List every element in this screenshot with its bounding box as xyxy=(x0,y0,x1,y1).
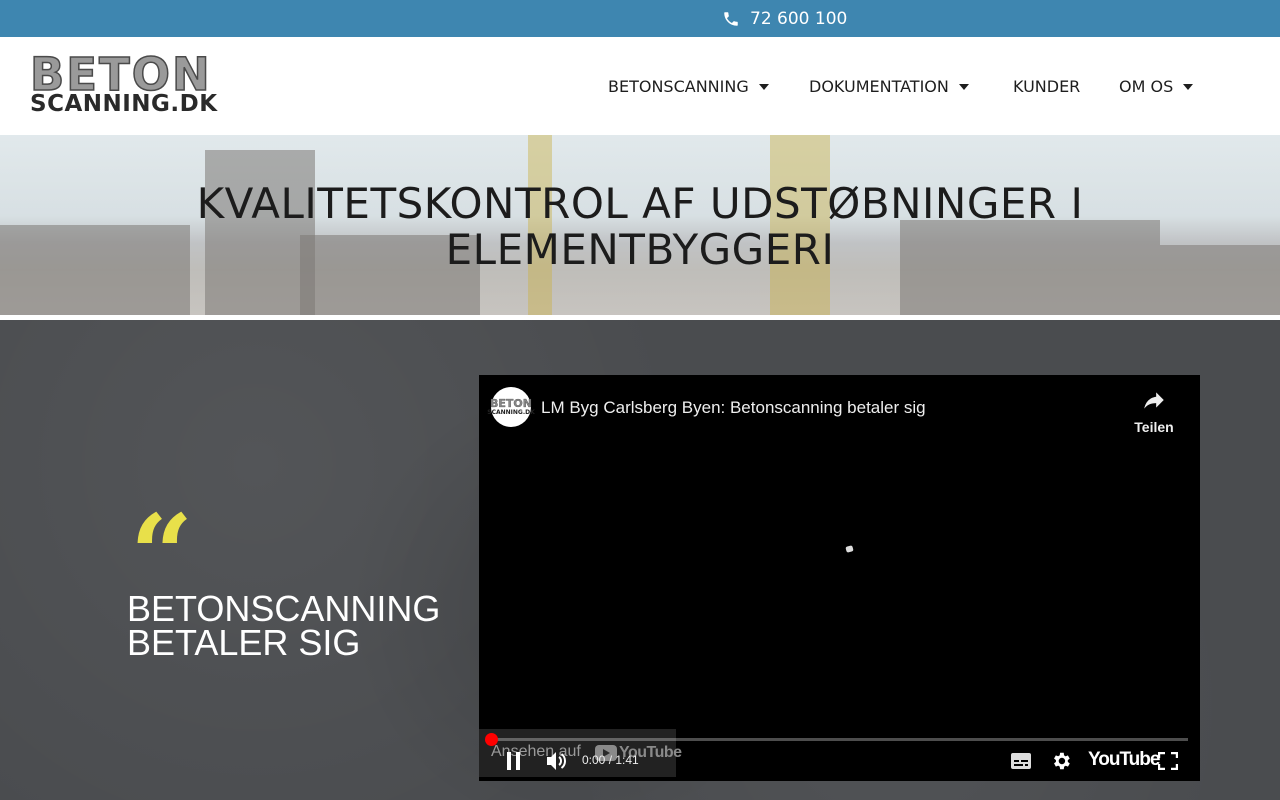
gear-icon xyxy=(1054,752,1070,770)
fullscreen-icon xyxy=(1158,752,1178,770)
page-title-line1: KVALITETSKONTROL AF UDSTØBNINGER I xyxy=(196,179,1084,228)
nav-label: KUNDER xyxy=(1013,77,1081,96)
nav-item-dokumentation[interactable]: DOKUMENTATION xyxy=(809,77,969,96)
pause-button[interactable] xyxy=(505,751,523,771)
phone-number: 72 600 100 xyxy=(750,8,848,29)
nav-item-om-os[interactable]: OM OS xyxy=(1119,77,1194,96)
site-logo[interactable]: BETON SCANNING.DK xyxy=(29,51,217,116)
subtitles-icon xyxy=(1011,753,1031,769)
share-button[interactable]: Teilen xyxy=(1124,385,1184,435)
caret-down-icon xyxy=(958,83,969,90)
share-label: Teilen xyxy=(1134,419,1174,435)
youtube-player[interactable]: BETON SCANNING.DK LM Byg Carlsberg Byen:… xyxy=(479,375,1200,781)
youtube-brand-link[interactable]: YouTube xyxy=(1088,749,1160,771)
loading-spinner-icon xyxy=(845,545,854,553)
volume-icon xyxy=(547,752,567,770)
avatar-line2: SCANNING.DK xyxy=(487,408,535,416)
logo-line2: SCANNING.DK xyxy=(30,91,218,117)
video-time: 0:00 / 1:41 xyxy=(582,753,639,767)
volume-button[interactable] xyxy=(545,750,569,772)
testimonial-line2: BETALER SIG xyxy=(127,622,361,663)
top-bar: 72 600 100 xyxy=(0,0,1280,37)
nav-label: BETONSCANNING xyxy=(608,77,749,96)
testimonial-line1: BETONSCANNING xyxy=(127,588,441,629)
page-title-line2: ELEMENTBYGGERI xyxy=(445,225,835,274)
nav-label: DOKUMENTATION xyxy=(809,77,949,96)
caret-down-icon xyxy=(1183,83,1194,90)
testimonial-heading: BETONSCANNING BETALER SIG xyxy=(127,588,467,663)
settings-button[interactable] xyxy=(1050,750,1072,772)
share-icon xyxy=(1144,392,1164,409)
progress-bar[interactable] xyxy=(491,738,1188,741)
channel-avatar[interactable]: BETON SCANNING.DK xyxy=(487,387,535,427)
subtitles-button[interactable] xyxy=(1010,752,1032,770)
nav-item-betonscanning[interactable]: BETONSCANNING xyxy=(608,77,769,96)
phone-icon xyxy=(724,11,738,26)
pause-icon xyxy=(507,752,520,770)
page-title: KVALITETSKONTROL AF UDSTØBNINGER I ELEME… xyxy=(0,181,1280,273)
nav-item-kunder[interactable]: KUNDER xyxy=(1013,77,1080,96)
video-title[interactable]: LM Byg Carlsberg Byen: Betonscanning bet… xyxy=(541,398,926,418)
fullscreen-button[interactable] xyxy=(1158,752,1178,770)
hero-banner: KVALITETSKONTROL AF UDSTØBNINGER I ELEME… xyxy=(0,135,1280,315)
avatar-line1: BETON xyxy=(490,396,532,410)
caret-down-icon xyxy=(758,83,769,90)
phone-link[interactable]: 72 600 100 xyxy=(722,0,847,37)
site-header: BETON SCANNING.DK BETONSCANNING DOKUMENT… xyxy=(0,37,1280,135)
nav-label: OM OS xyxy=(1119,77,1174,96)
progress-scrubber[interactable] xyxy=(485,733,498,746)
